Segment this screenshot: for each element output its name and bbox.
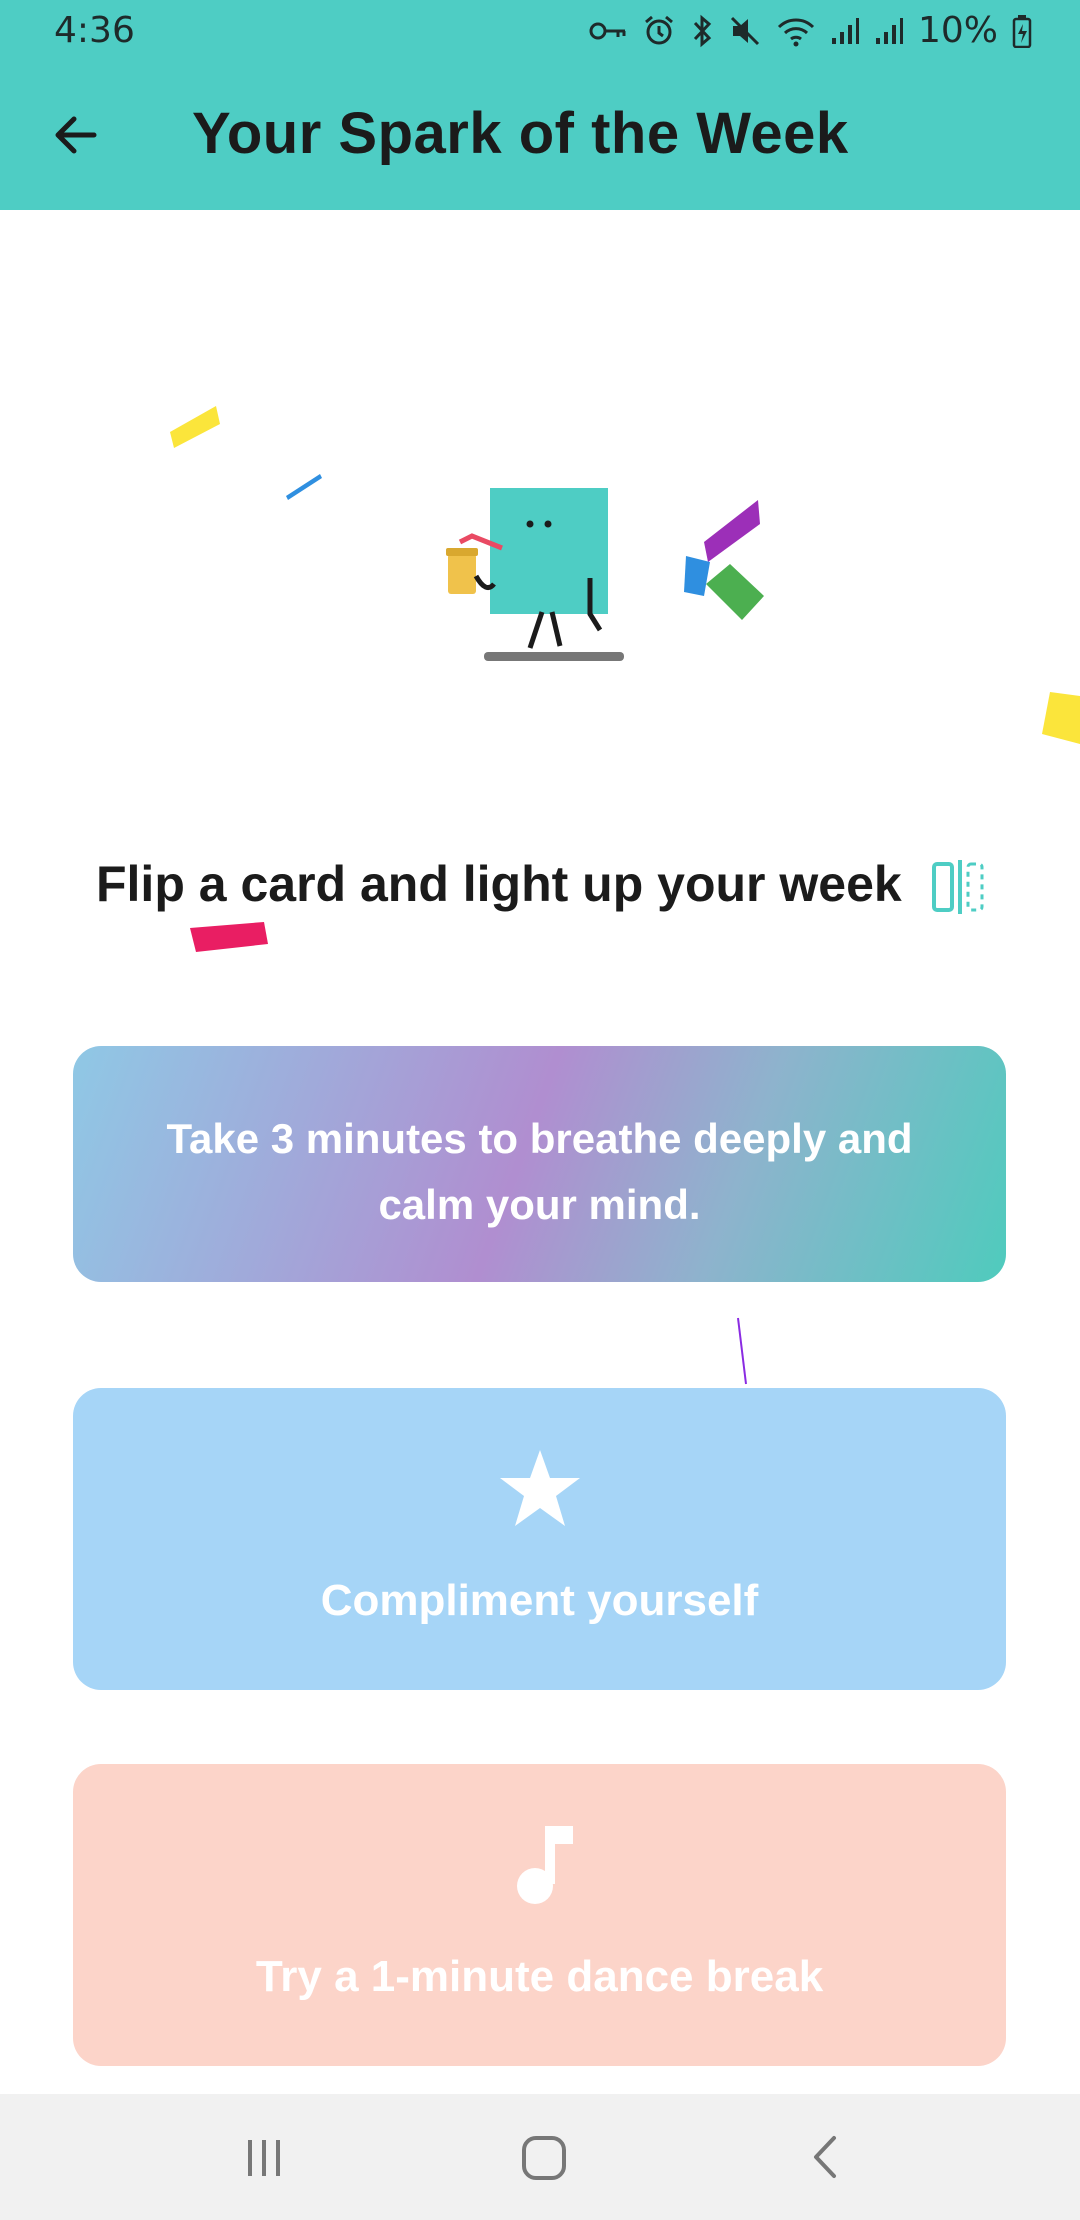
- key-icon: [589, 22, 626, 39]
- subtitle: Flip a card and light up your week: [96, 856, 902, 912]
- flip-card-icon[interactable]: [930, 858, 986, 916]
- confetti-green: [706, 564, 764, 620]
- home-button[interactable]: [504, 2124, 584, 2190]
- signal-icon: [875, 17, 903, 44]
- music-note-icon: [516, 1826, 573, 1904]
- confetti-blue: [286, 474, 322, 500]
- arrow-left-icon: [55, 116, 97, 154]
- back-icon: [814, 2136, 836, 2178]
- mascot-illustration: [446, 488, 624, 661]
- status-time: 4:36: [54, 10, 135, 51]
- confetti-purple-streak: [737, 1317, 747, 1385]
- home-icon: [522, 2136, 566, 2180]
- confetti-yellow: [170, 406, 220, 448]
- app-bar: Your Spark of the Week: [0, 64, 1080, 210]
- star-icon: [499, 1450, 580, 1526]
- signal-icon: [831, 17, 859, 44]
- page-title: Your Spark of the Week: [192, 101, 849, 166]
- status-bar: 4:36 10%: [0, 0, 1080, 64]
- battery-icon: [1012, 14, 1032, 48]
- recents-icon: [248, 2140, 280, 2176]
- confetti-yellow-right: [1042, 692, 1080, 744]
- confetti-pink: [190, 922, 268, 952]
- alarm-icon: [645, 15, 673, 44]
- system-nav-bar: [0, 2094, 1080, 2220]
- wifi-icon: [777, 17, 815, 46]
- card-compliment[interactable]: Compliment yourself: [73, 1388, 1006, 1690]
- recents-button[interactable]: [224, 2124, 304, 2190]
- card-text: Take 3 minutes to breathe deeply and cal…: [166, 1115, 913, 1228]
- battery-percent: 10%: [917, 10, 998, 51]
- status-icons: 10%: [588, 10, 1032, 51]
- card-dance[interactable]: Try a 1-minute dance break: [73, 1764, 1006, 2066]
- back-button[interactable]: [40, 99, 112, 171]
- bluetooth-icon: [693, 14, 712, 47]
- card-label: Compliment yourself: [320, 1576, 759, 1625]
- nav-back-button[interactable]: [786, 2124, 866, 2190]
- mute-icon: [730, 16, 760, 45]
- card-label: Try a 1-minute dance break: [255, 1952, 824, 2001]
- card-breathe[interactable]: Take 3 minutes to breathe deeply and cal…: [73, 1046, 1006, 1282]
